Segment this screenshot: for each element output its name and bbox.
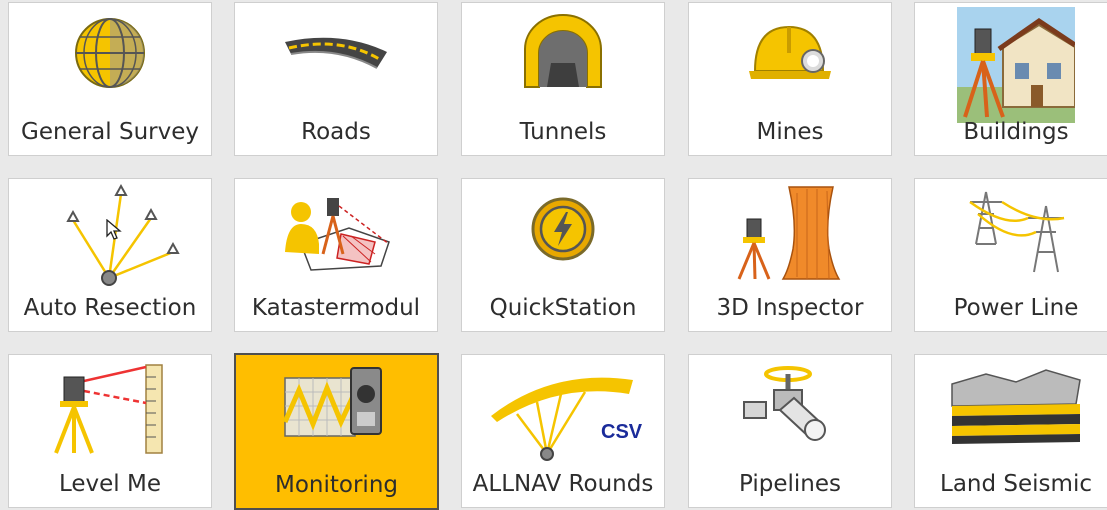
tile-power-line[interactable]: Power Line bbox=[914, 178, 1107, 332]
seismic-layers-icon bbox=[915, 355, 1107, 455]
tile-label: Pipelines bbox=[739, 471, 841, 497]
pipeline-valve-icon bbox=[689, 355, 891, 455]
cadastre-icon bbox=[235, 179, 437, 279]
tile-pipelines[interactable]: Pipelines bbox=[688, 354, 892, 508]
resection-icon bbox=[9, 179, 211, 293]
level-staff-icon bbox=[9, 355, 211, 459]
tile-general-survey[interactable]: General Survey bbox=[8, 2, 212, 156]
tile-label: Roads bbox=[301, 119, 371, 145]
tile-mines[interactable]: Mines bbox=[688, 2, 892, 156]
lightning-icon bbox=[462, 179, 664, 279]
tile-tunnels[interactable]: Tunnels bbox=[461, 2, 665, 156]
tile-roads[interactable]: Roads bbox=[234, 2, 438, 156]
allnav-rounds-icon: CSV bbox=[462, 355, 664, 465]
tile-auto-resection[interactable]: Auto Resection bbox=[8, 178, 212, 332]
tile-label: General Survey bbox=[21, 119, 199, 145]
tile-level-me[interactable]: Level Me bbox=[8, 354, 212, 508]
tile-label: Tunnels bbox=[519, 119, 607, 145]
tile-buildings[interactable]: Buildings bbox=[914, 2, 1107, 156]
tile-label: 3D Inspector bbox=[716, 295, 864, 321]
tile-land-seismic[interactable]: Land Seismic bbox=[914, 354, 1107, 508]
tile-label: Monitoring bbox=[275, 472, 398, 498]
tile-label: ALLNAV Rounds bbox=[472, 471, 654, 497]
tile-label: Mines bbox=[756, 119, 824, 145]
tile-3d-inspector[interactable]: 3D Inspector bbox=[688, 178, 892, 332]
tile-label: Auto Resection bbox=[23, 295, 197, 321]
cooling-tower-icon bbox=[689, 179, 891, 287]
tunnel-icon bbox=[462, 3, 664, 103]
miner-helmet-icon bbox=[689, 3, 891, 103]
tile-label: QuickStation bbox=[489, 295, 637, 321]
csv-badge: CSV bbox=[601, 421, 643, 443]
monitoring-icon bbox=[236, 355, 437, 455]
road-icon bbox=[235, 3, 437, 103]
tile-label: Power Line bbox=[953, 295, 1079, 321]
tile-label: Land Seismic bbox=[940, 471, 1092, 497]
tile-katastermodul[interactable]: Katastermodul bbox=[234, 178, 438, 332]
tile-monitoring[interactable]: Monitoring bbox=[234, 353, 439, 510]
globe-icon bbox=[9, 3, 211, 103]
tile-allnav-rounds[interactable]: CSV ALLNAV Rounds bbox=[461, 354, 665, 508]
tile-label: Buildings bbox=[963, 119, 1069, 145]
tile-label: Level Me bbox=[58, 471, 162, 497]
tile-quickstation[interactable]: QuickStation bbox=[461, 178, 665, 332]
tile-label: Katastermodul bbox=[251, 295, 421, 321]
building-survey-icon bbox=[915, 3, 1107, 123]
power-pylon-icon bbox=[915, 179, 1107, 279]
